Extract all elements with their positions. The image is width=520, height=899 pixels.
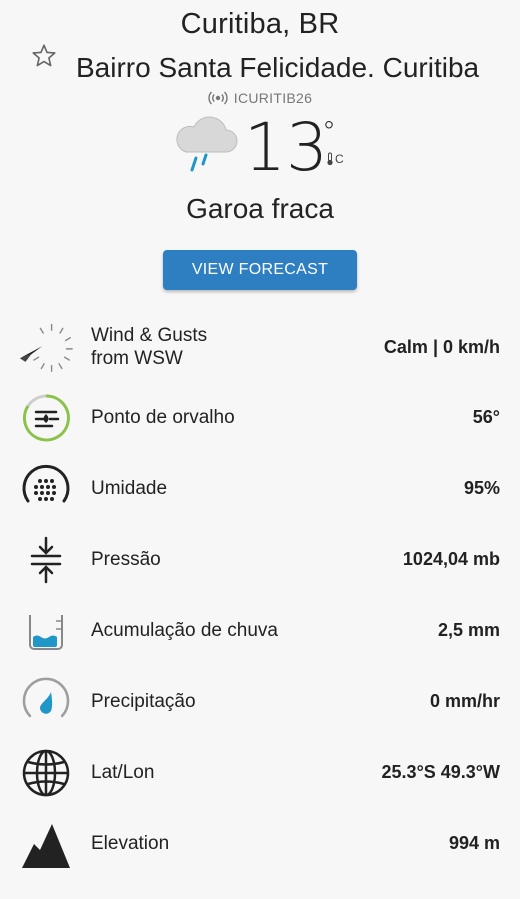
pressure-label: Pressão [91, 549, 161, 570]
wind-compass-icon [18, 319, 74, 375]
wind-label-line2: from WSW [91, 348, 183, 369]
conditions-list: Wind & Gusts from WSW Calm | 0 km/h Pont… [0, 312, 520, 879]
unit-toggle[interactable]: C [326, 152, 344, 166]
degree-symbol: ° [322, 115, 336, 148]
condition-text: Garoa fraca [186, 193, 334, 224]
station-id-text: ICURITIB26 [233, 90, 313, 106]
precipitation-icon [18, 674, 74, 730]
star-outline-icon[interactable] [30, 42, 58, 70]
broadcast-icon [208, 91, 228, 105]
row-precipitation: Precipitação 0 mm/hr [0, 666, 520, 737]
wind-label: Wind & Gusts from WSW [91, 324, 207, 370]
row-rain-accumulation: Acumulação de chuva 2,5 mm [0, 595, 520, 666]
row-wind: Wind & Gusts from WSW Calm | 0 km/h [0, 312, 520, 382]
thermometer-icon [327, 152, 333, 166]
row-pressure: Pressão 1024,04 mb [0, 524, 520, 595]
precipitation-value: 0 mm/hr [429, 691, 500, 711]
precipitation-label: Precipitação [91, 691, 196, 712]
globe-icon [18, 745, 74, 801]
rain-accumulation-label: Acumulação de chuva [91, 620, 278, 641]
dew-point-value: 56° [472, 407, 500, 427]
row-dew-point: Ponto de orvalho 56° [0, 382, 520, 453]
weather-page: Curitiba, BR Bairro Santa Felicidade. Cu… [0, 0, 520, 899]
header: Curitiba, BR Bairro Santa Felicidade. Cu… [0, 0, 520, 300]
temperature-unit: C [335, 152, 344, 166]
pressure-value: 1024,04 mb [402, 549, 500, 569]
lat-lon-label: Lat/Lon [91, 762, 155, 783]
humidity-value: 95% [463, 478, 500, 498]
elevation-label: Elevation [91, 833, 170, 854]
pressure-icon [18, 532, 74, 588]
row-lat-lon: Lat/Lon 25.3°S 49.3°W [0, 737, 520, 808]
mountain-icon [18, 816, 74, 872]
lat-lon-value: 25.3°S 49.3°W [381, 762, 500, 782]
city-title: Curitiba, BR [180, 8, 340, 40]
humidity-icon [18, 461, 74, 517]
wind-label-line1: Wind & Gusts [91, 325, 208, 346]
humidity-label: Umidade [91, 478, 168, 499]
elevation-value: 994 m [448, 833, 500, 853]
dew-point-icon [18, 390, 74, 446]
dew-point-label: Ponto de orvalho [91, 407, 235, 428]
temperature-value: 13 [244, 109, 328, 186]
row-humidity: Umidade 95% [0, 453, 520, 524]
station-id: ICURITIB26 [0, 90, 520, 106]
row-elevation: Elevation 994 m [0, 808, 520, 879]
rain-gauge-icon [18, 603, 74, 659]
rain-accumulation-value: 2,5 mm [437, 620, 500, 640]
neighborhood-title: Bairro Santa Felicidade. Curitiba [76, 52, 480, 83]
rain-cloud-icon [176, 116, 238, 172]
view-forecast-button[interactable]: VIEW FORECAST [163, 250, 357, 290]
wind-value: Calm | 0 km/h [383, 336, 500, 357]
